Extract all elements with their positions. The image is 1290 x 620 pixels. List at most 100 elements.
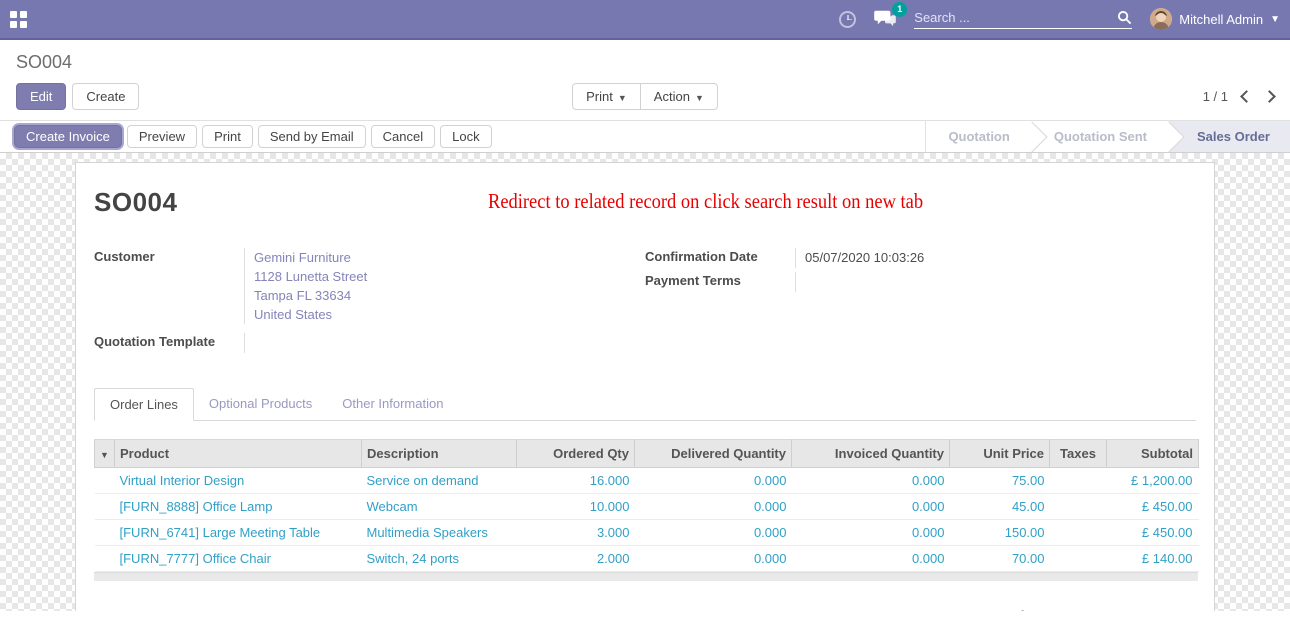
edit-button[interactable]: Edit	[16, 83, 66, 110]
group-caret-header[interactable]: ▼	[95, 440, 115, 468]
caret-down-icon: ▼	[695, 93, 704, 103]
print-dropdown[interactable]: Print▼	[572, 83, 641, 110]
customer-country: United States	[254, 305, 645, 324]
column-product[interactable]: Product	[115, 440, 362, 468]
cancel-button[interactable]: Cancel	[371, 125, 435, 148]
field-customer: Customer Gemini Furniture 1128 Lunetta S…	[94, 248, 645, 324]
tab-other-information[interactable]: Other Information	[327, 388, 458, 421]
send-by-email-button[interactable]: Send by Email	[258, 125, 366, 148]
state-quotation-sent[interactable]: Quotation Sent	[1032, 121, 1169, 152]
caret-down-icon: ▼	[100, 450, 109, 460]
pager: 1 / 1	[1203, 89, 1274, 104]
cell-taxes[interactable]	[1050, 520, 1107, 546]
cell-description[interactable]: Webcam	[362, 494, 517, 520]
column-delivered-qty[interactable]: Delivered Quantity	[635, 440, 792, 468]
cell-product[interactable]: [FURN_7777] Office Chair	[115, 546, 362, 572]
cell-taxes[interactable]	[1050, 546, 1107, 572]
cell-unit-price[interactable]: 70.00	[950, 546, 1050, 572]
table-header-row: ▼ Product Description Ordered Qty Delive…	[95, 440, 1199, 468]
cell-delivered-qty[interactable]: 0.000	[635, 494, 792, 520]
activities-clock-icon[interactable]	[839, 11, 856, 28]
cell-invoiced-qty[interactable]: 0.000	[792, 494, 950, 520]
cell-invoiced-qty[interactable]: 0.000	[792, 546, 950, 572]
lock-button[interactable]: Lock	[440, 125, 491, 148]
messages-count-badge: 1	[892, 2, 907, 17]
cell-unit-price[interactable]: 75.00	[950, 468, 1050, 494]
cell-description[interactable]: Switch, 24 ports	[362, 546, 517, 572]
quotation-template-value[interactable]	[244, 333, 645, 353]
cell-product[interactable]: Virtual Interior Design	[115, 468, 362, 494]
caret-down-icon: ▼	[1270, 14, 1280, 25]
column-invoiced-qty[interactable]: Invoiced Quantity	[792, 440, 950, 468]
status-pipeline: Quotation Quotation Sent Sales Order	[925, 121, 1290, 152]
column-description[interactable]: Description	[362, 440, 517, 468]
global-search[interactable]	[914, 10, 1132, 29]
cell-ordered-qty[interactable]: 2.000	[517, 546, 635, 572]
print-button[interactable]: Print	[202, 125, 253, 148]
tab-order-lines[interactable]: Order Lines	[94, 388, 194, 421]
cell-product[interactable]: [FURN_8888] Office Lamp	[115, 494, 362, 520]
cell-invoiced-qty[interactable]: 0.000	[792, 520, 950, 546]
untaxed-amount-label: Untaxed Amount:	[973, 608, 1081, 611]
cell-description[interactable]: Multimedia Speakers	[362, 520, 517, 546]
messages-menu[interactable]: 1	[874, 9, 896, 30]
order-lines-table: ▼ Product Description Ordered Qty Delive…	[94, 439, 1199, 572]
create-invoice-button[interactable]: Create Invoice	[14, 125, 122, 148]
user-menu[interactable]: Mitchell Admin ▼	[1150, 8, 1280, 30]
cell-subtotal[interactable]: £ 450.00	[1107, 520, 1199, 546]
pager-value: 1 / 1	[1203, 89, 1228, 104]
cell-subtotal[interactable]: £ 1,200.00	[1107, 468, 1199, 494]
confirmation-date-label: Confirmation Date	[645, 248, 795, 268]
action-dropdown[interactable]: Action▼	[640, 83, 718, 110]
form-sheet: SO004 Redirect to related record on clic…	[75, 162, 1215, 611]
cell-taxes[interactable]	[1050, 494, 1107, 520]
column-subtotal[interactable]: Subtotal	[1107, 440, 1199, 468]
user-name: Mitchell Admin	[1179, 12, 1263, 27]
customer-label: Customer	[94, 248, 244, 324]
table-row[interactable]: [FURN_6741] Large Meeting Table Multimed…	[95, 520, 1199, 546]
field-confirmation-date: Confirmation Date 05/07/2020 10:03:26	[645, 248, 1196, 268]
cell-taxes[interactable]	[1050, 468, 1107, 494]
field-group-left: Customer Gemini Furniture 1128 Lunetta S…	[94, 248, 645, 362]
customer-street: 1128 Lunetta Street	[254, 267, 645, 286]
preview-button[interactable]: Preview	[127, 125, 197, 148]
customer-name-link[interactable]: Gemini Furniture	[254, 248, 645, 267]
cell-description[interactable]: Service on demand	[362, 468, 517, 494]
cell-unit-price[interactable]: 150.00	[950, 520, 1050, 546]
caret-down-icon: ▼	[618, 93, 627, 103]
table-row[interactable]: Virtual Interior Design Service on deman…	[95, 468, 1199, 494]
pager-previous-icon[interactable]	[1240, 90, 1253, 103]
cell-delivered-qty[interactable]: 0.000	[635, 468, 792, 494]
state-sales-order[interactable]: Sales Order	[1169, 121, 1290, 152]
cell-invoiced-qty[interactable]: 0.000	[792, 468, 950, 494]
customer-city: Tampa FL 33634	[254, 286, 645, 305]
apps-menu-icon[interactable]	[10, 11, 27, 28]
column-ordered-qty[interactable]: Ordered Qty	[517, 440, 635, 468]
totals: Untaxed Amount: £ 2,240.00	[94, 608, 1196, 611]
cell-subtotal[interactable]: £ 450.00	[1107, 494, 1199, 520]
top-navbar: 1 Mitchell Admin ▼	[0, 0, 1290, 40]
cell-unit-price[interactable]: 45.00	[950, 494, 1050, 520]
cell-subtotal[interactable]: £ 140.00	[1107, 546, 1199, 572]
user-avatar	[1150, 8, 1172, 30]
cell-ordered-qty[interactable]: 16.000	[517, 468, 635, 494]
breadcrumb-title: SO004	[16, 52, 72, 72]
table-row[interactable]: [FURN_7777] Office Chair Switch, 24 port…	[95, 546, 1199, 572]
cell-ordered-qty[interactable]: 3.000	[517, 520, 635, 546]
table-footer-strip	[94, 572, 1198, 581]
pager-next-icon[interactable]	[1263, 90, 1276, 103]
statusbar: Create Invoice Preview Print Send by Ema…	[0, 120, 1290, 153]
cell-ordered-qty[interactable]: 10.000	[517, 494, 635, 520]
cell-delivered-qty[interactable]: 0.000	[635, 520, 792, 546]
cell-product[interactable]: [FURN_6741] Large Meeting Table	[115, 520, 362, 546]
cell-delivered-qty[interactable]: 0.000	[635, 546, 792, 572]
payment-terms-value[interactable]	[795, 272, 1196, 292]
search-input[interactable]	[914, 10, 1117, 25]
column-taxes[interactable]: Taxes	[1050, 440, 1107, 468]
create-button[interactable]: Create	[72, 83, 139, 110]
tab-optional-products[interactable]: Optional Products	[194, 388, 327, 421]
untaxed-amount-value: £ 2,240.00	[1081, 608, 1196, 611]
magnifier-icon[interactable]	[1117, 10, 1132, 25]
column-unit-price[interactable]: Unit Price	[950, 440, 1050, 468]
table-row[interactable]: [FURN_8888] Office Lamp Webcam 10.000 0.…	[95, 494, 1199, 520]
